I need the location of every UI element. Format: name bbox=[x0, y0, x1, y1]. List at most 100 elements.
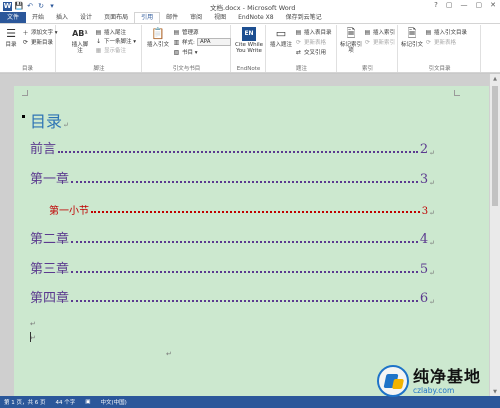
insert-caption-button[interactable]: ▭ 插入题注 bbox=[268, 27, 294, 48]
title-bar: W 💾 ↶ ↻ ▾ 文档.docx - Microsoft Word ? ▢ —… bbox=[0, 0, 500, 12]
tab-insert[interactable]: 插入 bbox=[50, 12, 74, 23]
citation-style-select[interactable]: APA bbox=[197, 38, 231, 46]
toc-button-label: 目录 bbox=[5, 42, 17, 48]
paragraph-mark: ↵ bbox=[30, 320, 36, 328]
update-table-button[interactable]: ⟳ 更新表格 bbox=[295, 38, 326, 47]
save-icon[interactable]: 💾 bbox=[15, 2, 24, 10]
quick-access-toolbar: W 💾 ↶ ↻ ▾ bbox=[3, 1, 56, 11]
proofing-icon[interactable]: ▣ bbox=[85, 399, 90, 405]
bibliography-icon: ▧ bbox=[173, 48, 180, 56]
document-area: 目录↵ 前言 2 ↵ 第一章 3 ↵ 第一小节 3 ↵ 第二章 4 ↵ 第三章 5 ↵ bbox=[0, 74, 489, 396]
minimize-icon[interactable]: — bbox=[461, 1, 468, 9]
toc-entry-page: 4 bbox=[419, 232, 429, 247]
tab-page-layout[interactable]: 页面布局 bbox=[98, 12, 134, 23]
watermark-url: czlaby.com bbox=[413, 385, 455, 395]
insert-footnote-button[interactable]: AB¹ 插入脚注 bbox=[70, 27, 90, 55]
group-footnotes: AB¹ 插入脚注 ▤ 插入尾注 ↓ 下一条脚注 ▾ ▦ 显示备注 脚注 bbox=[57, 25, 142, 72]
next-footnote-icon: ↓ bbox=[95, 37, 102, 45]
update-authorities-button[interactable]: ⟳ 更新表格 bbox=[425, 38, 457, 47]
paragraph-mark: ↵ bbox=[63, 121, 69, 129]
group-endnote-label: EndNote bbox=[236, 66, 261, 72]
tab-home[interactable]: 开始 bbox=[26, 12, 50, 23]
style-icon: ▥ bbox=[173, 38, 180, 46]
close-icon[interactable]: ✕ bbox=[490, 1, 496, 9]
toc-heading-text: 目录 bbox=[30, 112, 63, 131]
customize-qat-icon[interactable]: ▾ bbox=[48, 2, 56, 10]
vertical-scrollbar[interactable]: ▲ ▼ bbox=[489, 74, 500, 396]
ribbon-tabs: 文件 开始 插入 设计 页面布局 引用 邮件 审阅 视图 EndNote X8 … bbox=[0, 12, 500, 23]
page-count[interactable]: 第 1 页，共 6 页 bbox=[4, 398, 46, 406]
redo-icon[interactable]: ↻ bbox=[37, 2, 45, 10]
tab-file[interactable]: 文件 bbox=[0, 12, 27, 23]
language[interactable]: 中文(中国) bbox=[100, 398, 126, 406]
next-footnote-button[interactable]: ↓ 下一条脚注 ▾ bbox=[95, 37, 136, 46]
bibliography-button[interactable]: ▧ 书目 ▾ bbox=[173, 48, 198, 57]
toc-entry[interactable]: 第一章 3 ↵ bbox=[30, 171, 435, 187]
undo-icon[interactable]: ↶ bbox=[26, 2, 34, 10]
tab-references[interactable]: 引用 bbox=[134, 12, 161, 23]
help-icon[interactable]: ? bbox=[434, 1, 438, 9]
ribbon-display-icon[interactable]: ▢ bbox=[446, 1, 453, 9]
show-notes-icon: ▦ bbox=[95, 46, 102, 54]
page[interactable]: 目录↵ 前言 2 ↵ 第一章 3 ↵ 第一小节 3 ↵ 第二章 4 ↵ 第三章 5 ↵ bbox=[14, 86, 489, 396]
watermark: 纯净基地 czlaby.com bbox=[373, 356, 500, 406]
cross-reference-label: 交叉引用 bbox=[304, 50, 327, 56]
toc-entry[interactable]: 第一小节 3 ↵ bbox=[49, 201, 435, 217]
toc-entry[interactable]: 第四章 6 ↵ bbox=[30, 290, 435, 306]
insert-index-button[interactable]: ▤ 插入索引 bbox=[364, 28, 395, 37]
insert-endnote-label: 插入尾注 bbox=[104, 30, 127, 36]
insert-citation-button[interactable]: 📋 插入引文 bbox=[145, 27, 171, 48]
tab-endnote[interactable]: EndNote X8 bbox=[232, 12, 279, 23]
maximize-icon[interactable]: ▢ bbox=[476, 1, 483, 9]
update-toc-button[interactable]: ⟳ 更新目录 bbox=[22, 38, 53, 47]
toc-entry[interactable]: 第二章 4 ↵ bbox=[30, 231, 435, 247]
toc-leader-dots bbox=[71, 300, 418, 302]
mark-citation-button[interactable]: 🗎 标记引文 bbox=[400, 27, 424, 48]
tab-design[interactable]: 设计 bbox=[74, 12, 98, 23]
manage-sources-button[interactable]: ▤ 管理源 bbox=[173, 28, 199, 37]
paragraph-mark: ↵ bbox=[429, 239, 435, 247]
tab-view[interactable]: 视图 bbox=[208, 12, 232, 23]
update-index-icon: ⟳ bbox=[364, 38, 371, 46]
update-icon: ⟳ bbox=[22, 38, 29, 46]
toc-entry-text: 第二章 bbox=[30, 232, 70, 247]
cite-while-you-write-button[interactable]: EN Cite While You Write bbox=[233, 27, 265, 54]
insert-index-icon: ▤ bbox=[364, 28, 371, 36]
margin-corner-mark bbox=[22, 90, 28, 96]
toc-entry[interactable]: 第三章 5 ↵ bbox=[30, 261, 435, 277]
citation-style-label: 样式: bbox=[182, 40, 195, 46]
toc-heading[interactable]: 目录↵ bbox=[30, 108, 69, 132]
tab-review[interactable]: 审阅 bbox=[184, 12, 208, 23]
add-text-button[interactable]: ＋ 添加文字 ▾ bbox=[22, 28, 57, 37]
scroll-up-icon[interactable]: ▲ bbox=[490, 74, 500, 83]
update-authorities-label: 更新表格 bbox=[434, 40, 457, 46]
insert-table-of-figures-button[interactable]: ▤ 插入表目录 bbox=[295, 28, 332, 37]
cross-reference-button[interactable]: ⇄ 交叉引用 bbox=[295, 48, 327, 57]
insert-table-of-figures-label: 插入表目录 bbox=[304, 30, 332, 36]
citation-style-label-group: ▥ 样式: bbox=[173, 38, 195, 47]
endnote-logo-icon: EN bbox=[242, 27, 256, 41]
word-logo-icon: W bbox=[3, 1, 12, 11]
group-authorities: 🗎 标记引文 ▤ 插入引文目录 ⟳ 更新表格 引文目录 bbox=[399, 25, 481, 72]
scroll-thumb[interactable] bbox=[492, 86, 498, 206]
toc-entry[interactable]: 前言 2 ↵ bbox=[30, 141, 435, 157]
window-title: 文档.docx - Microsoft Word bbox=[210, 4, 296, 12]
show-notes-button[interactable]: ▦ 显示备注 bbox=[95, 46, 126, 55]
group-captions-label: 题注 bbox=[295, 66, 307, 72]
mark-entry-button[interactable]: 🗎 标记索引项 bbox=[339, 27, 363, 54]
insert-endnote-button[interactable]: ▤ 插入尾注 bbox=[95, 28, 127, 37]
group-index-label: 索引 bbox=[361, 66, 373, 72]
window-controls: ? ▢ — ▢ ✕ bbox=[434, 1, 496, 9]
insert-table-of-authorities-button[interactable]: ▤ 插入引文目录 bbox=[425, 28, 467, 37]
caption-icon: ▭ bbox=[275, 27, 287, 40]
update-index-label: 更新索引 bbox=[373, 40, 396, 46]
tab-cloud-note[interactable]: 保存到云笔记 bbox=[280, 12, 328, 23]
footnote-icon: AB¹ bbox=[72, 29, 88, 38]
ribbon: ☰ 目录 ＋ 添加文字 ▾ ⟳ 更新目录 目录 AB¹ 插入脚注 ▤ 插入尾注 … bbox=[0, 23, 500, 73]
toc-leader-dots bbox=[91, 211, 420, 213]
toc-button[interactable]: ☰ 目录 bbox=[1, 27, 21, 48]
word-count[interactable]: 44 个字 bbox=[56, 398, 76, 406]
tab-mailings[interactable]: 邮件 bbox=[160, 12, 184, 23]
insert-citation-label: 插入引文 bbox=[146, 42, 169, 48]
update-index-button[interactable]: ⟳ 更新索引 bbox=[364, 38, 396, 47]
